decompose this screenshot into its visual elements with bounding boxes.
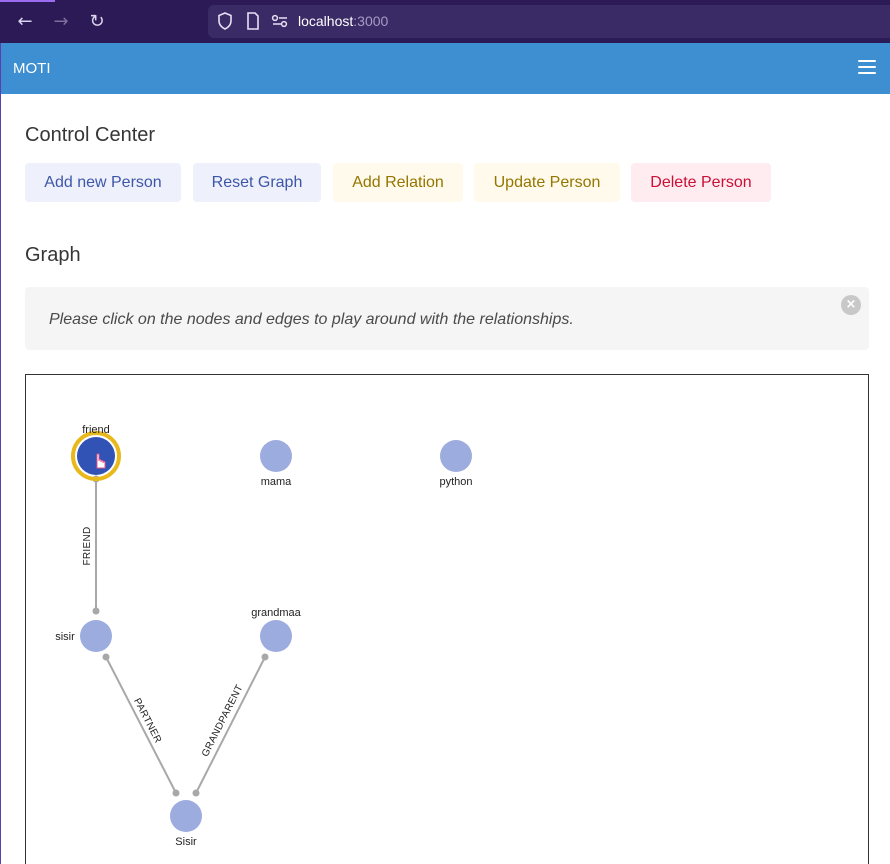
graph-title: Graph <box>25 244 81 266</box>
edge-label-grandparent: GRANDPARENT <box>200 683 246 759</box>
close-icon[interactable]: × <box>841 295 861 315</box>
update-person-button[interactable]: Update Person <box>474 163 620 202</box>
node-label-mama: mama <box>261 476 292 488</box>
browser-toolbar: ← → ↻ localhost:3000 <box>0 0 890 43</box>
node-label-sisir-lower: sisir <box>55 631 75 643</box>
node-sisir-lower[interactable]: sisir <box>55 620 112 652</box>
url-port: :3000 <box>353 13 389 29</box>
app-brand[interactable]: MOTI <box>13 60 51 77</box>
forward-arrow-icon[interactable]: → <box>49 10 73 34</box>
edge-friend[interactable]: FRIEND <box>82 475 100 615</box>
edge-label-friend: FRIEND <box>82 526 93 565</box>
node-label-sisir-upper: Sisir <box>175 836 197 848</box>
node-label-python: python <box>439 476 472 488</box>
window-edge <box>0 43 1 864</box>
back-arrow-icon[interactable]: ← <box>13 10 37 34</box>
app-navbar: MOTI <box>1 43 890 94</box>
info-notification: Please click on the nodes and edges to p… <box>25 287 869 350</box>
node-label-friend: friend <box>82 424 110 436</box>
node-sisir-upper[interactable]: Sisir <box>170 800 202 848</box>
tab-accent <box>0 0 55 2</box>
control-center-title: Control Center <box>25 124 156 146</box>
add-person-button[interactable]: Add new Person <box>25 163 181 202</box>
notification-message: Please click on the nodes and edges to p… <box>49 311 574 328</box>
node-mama[interactable]: mama <box>260 440 292 488</box>
shield-icon[interactable] <box>216 12 234 30</box>
edge-partner[interactable]: PARTNER <box>102 653 180 797</box>
address-bar[interactable]: localhost:3000 <box>208 5 890 38</box>
reload-icon[interactable]: ↻ <box>85 10 109 34</box>
reset-graph-button[interactable]: Reset Graph <box>193 163 321 202</box>
edge-grandparent[interactable]: GRANDPARENT <box>192 653 269 797</box>
graph-svg[interactable]: FRIEND PARTNER GRANDPARENT friend mama p… <box>26 375 870 864</box>
add-relation-button[interactable]: Add Relation <box>333 163 463 202</box>
node-grandmaa[interactable]: grandmaa <box>251 607 302 652</box>
permissions-icon[interactable] <box>271 12 289 30</box>
url-text: localhost:3000 <box>298 13 388 29</box>
hamburger-menu-icon[interactable] <box>858 60 876 74</box>
page-icon <box>244 12 262 30</box>
node-label-grandmaa: grandmaa <box>251 607 301 619</box>
delete-person-button[interactable]: Delete Person <box>631 163 771 202</box>
node-python[interactable]: python <box>439 440 473 488</box>
url-host: localhost <box>298 13 354 29</box>
graph-canvas[interactable]: FRIEND PARTNER GRANDPARENT friend mama p… <box>25 374 869 864</box>
node-friend[interactable]: friend <box>71 424 121 481</box>
